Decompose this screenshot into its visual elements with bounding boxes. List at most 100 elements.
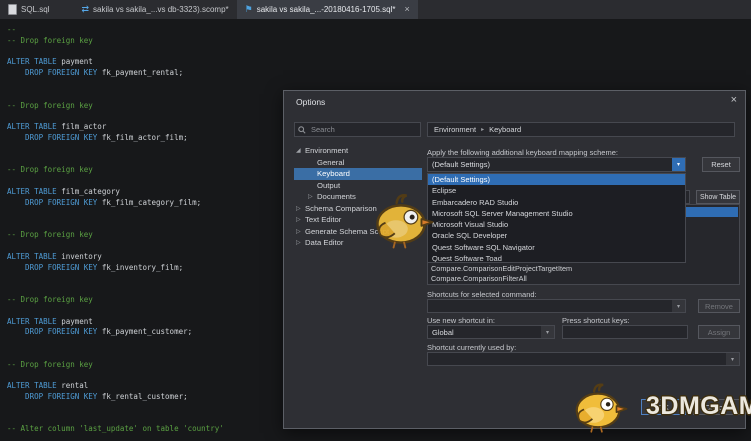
tree-item-general[interactable]: General: [294, 157, 422, 169]
code-token: DROP FOREIGN KEY: [7, 68, 102, 77]
code-token: rental: [61, 381, 88, 390]
code-token: inventory: [61, 252, 102, 261]
shortcuts-combobox[interactable]: ▾: [427, 299, 686, 313]
scheme-option[interactable]: Oracle SQL Developer: [428, 230, 685, 241]
scheme-combobox[interactable]: (Default Settings) ▾: [427, 157, 686, 172]
chevron-down-icon[interactable]: ▾: [726, 353, 739, 365]
reset-button[interactable]: Reset: [702, 157, 740, 172]
tree-item-documents[interactable]: ▷Documents: [294, 191, 422, 203]
scheme-option[interactable]: Microsoft Visual Studio: [428, 219, 685, 230]
use-new-shortcut-label: Use new shortcut in:: [427, 316, 495, 325]
tree-item-output[interactable]: Output: [294, 180, 422, 192]
code-token: -- Drop foreign key: [7, 165, 93, 174]
scheme-option[interactable]: (Default Settings): [428, 174, 685, 185]
chevron-down-icon[interactable]: ▾: [541, 326, 554, 338]
options-tree: ◢EnvironmentGeneralKeyboardOutput▷Docume…: [294, 145, 422, 249]
code-token: -- Drop foreign key: [7, 36, 93, 45]
tree-expanded-icon[interactable]: ◢: [296, 147, 305, 154]
tree-item-keyboard[interactable]: Keyboard: [294, 168, 422, 180]
scheme-option[interactable]: Embarcadero RAD Studio: [428, 197, 685, 208]
code-token: -- Drop foreign key: [7, 360, 93, 369]
tree-item-label: Data Editor: [305, 238, 343, 247]
tree-item-generate-schema-script[interactable]: ▷Generate Schema Script: [294, 226, 422, 238]
command-item[interactable]: Compare.ComparisonEditProjectTargetItem: [431, 264, 572, 274]
assign-button[interactable]: Assign: [698, 325, 740, 339]
dialog-close-icon[interactable]: ×: [731, 94, 737, 106]
scheme-combobox-value: (Default Settings): [432, 158, 490, 171]
dialog-title: Options: [296, 97, 325, 107]
breadcrumb-separator-icon: ▸: [481, 126, 484, 133]
code-token: DROP FOREIGN KEY: [7, 392, 102, 401]
tab-bar: SQL.sql ⇄ sakila vs sakila_...vs db-3323…: [0, 0, 751, 20]
breadcrumb: Environment ▸ Keyboard: [427, 122, 735, 137]
press-shortcut-label: Press shortcut keys:: [562, 316, 630, 325]
breadcrumb-item[interactable]: Environment: [434, 125, 476, 134]
tab-schema-compare[interactable]: ⇄ sakila vs sakila_...vs db-3323).scomp*: [73, 0, 236, 19]
show-table-button[interactable]: Show Table: [696, 190, 740, 204]
tree-item-label: Keyboard: [317, 169, 350, 178]
code-token: ALTER TABLE: [7, 187, 61, 196]
code-token: fk_inventory_film;: [102, 263, 183, 272]
ok-button[interactable]: OK: [641, 399, 686, 415]
flag-icon: ⚑: [245, 5, 253, 14]
tab-close-icon[interactable]: ×: [404, 5, 409, 14]
tree-item-label: Text Editor: [305, 215, 341, 224]
tab-sync-script[interactable]: ⚑ sakila vs sakila_...-20180416-1705.sql…: [237, 0, 418, 19]
shortcut-used-by-combobox[interactable]: ▾: [427, 352, 740, 366]
code-token: ALTER TABLE: [7, 57, 61, 66]
code-token: -- Drop foreign key: [7, 295, 93, 304]
code-token: -- Alter column 'last_update' on table '…: [7, 424, 224, 433]
code-token: ALTER TABLE: [7, 381, 61, 390]
code-token: payment: [61, 57, 93, 66]
shortcut-scope-combobox[interactable]: Global ▾: [427, 325, 555, 339]
scheme-option[interactable]: Quest Software Toad: [428, 253, 685, 263]
scheme-option[interactable]: Quest Software SQL Navigator: [428, 242, 685, 253]
chevron-down-icon[interactable]: ▾: [672, 158, 685, 171]
press-shortcut-field[interactable]: [562, 325, 688, 339]
tree-collapsed-icon[interactable]: ▷: [308, 193, 317, 200]
code-token: ALTER TABLE: [7, 122, 61, 131]
scheme-option[interactable]: Eclipse: [428, 185, 685, 196]
app-window: SQL.sql ⇄ sakila vs sakila_...vs db-3323…: [0, 0, 751, 441]
breadcrumb-item[interactable]: Keyboard: [489, 125, 521, 134]
code-token: payment: [61, 317, 93, 326]
tab-sql[interactable]: SQL.sql: [0, 0, 57, 19]
search-icon: [298, 126, 306, 134]
code-token: ALTER TABLE: [7, 317, 61, 326]
options-search[interactable]: [294, 122, 421, 137]
tree-collapsed-icon[interactable]: ▷: [296, 239, 305, 246]
code-line: [7, 47, 751, 58]
cancel-button[interactable]: Cancel: [693, 399, 740, 415]
code-token: DROP FOREIGN KEY: [7, 327, 102, 336]
scheme-dropdown-list: (Default Settings)EclipseEmbarcadero RAD…: [427, 173, 686, 263]
tree-item-label: General: [317, 158, 344, 167]
scheme-option[interactable]: Microsoft SQL Server Management Studio: [428, 208, 685, 219]
code-token: -- Drop foreign key: [7, 230, 93, 239]
code-line: --: [7, 25, 751, 36]
tree-collapsed-icon[interactable]: ▷: [296, 216, 305, 223]
press-shortcut-input[interactable]: [563, 326, 687, 338]
tree-item-label: Schema Comparison: [305, 204, 377, 213]
tree-item-label: Generate Schema Script: [305, 227, 389, 236]
tree-item-label: Documents: [317, 192, 356, 201]
shortcut-scope-value: Global: [432, 326, 454, 338]
code-token: fk_payment_customer;: [102, 327, 192, 336]
search-input[interactable]: [309, 124, 417, 135]
code-token: fk_payment_rental;: [102, 68, 183, 77]
tree-item-data-editor[interactable]: ▷Data Editor: [294, 237, 422, 249]
tree-item-text-editor[interactable]: ▷Text Editor: [294, 214, 422, 226]
chevron-down-icon[interactable]: ▾: [672, 300, 685, 312]
tree-collapsed-icon[interactable]: ▷: [296, 205, 305, 212]
tree-collapsed-icon[interactable]: ▷: [296, 228, 305, 235]
remove-button[interactable]: Remove: [698, 299, 740, 313]
command-item[interactable]: Compare.ComparisonFilterAll: [431, 274, 527, 284]
code-line: DROP FOREIGN KEY fk_payment_rental;: [7, 68, 751, 79]
document-icon: [8, 4, 17, 15]
tree-item-environment[interactable]: ◢Environment: [294, 145, 422, 157]
code-token: fk_rental_customer;: [102, 392, 188, 401]
tree-item-schema-comparison[interactable]: ▷Schema Comparison: [294, 203, 422, 215]
code-token: film_actor: [61, 122, 106, 131]
tree-item-label: Output: [317, 181, 340, 190]
code-token: ALTER TABLE: [7, 252, 61, 261]
code-token: film_category: [61, 187, 120, 196]
